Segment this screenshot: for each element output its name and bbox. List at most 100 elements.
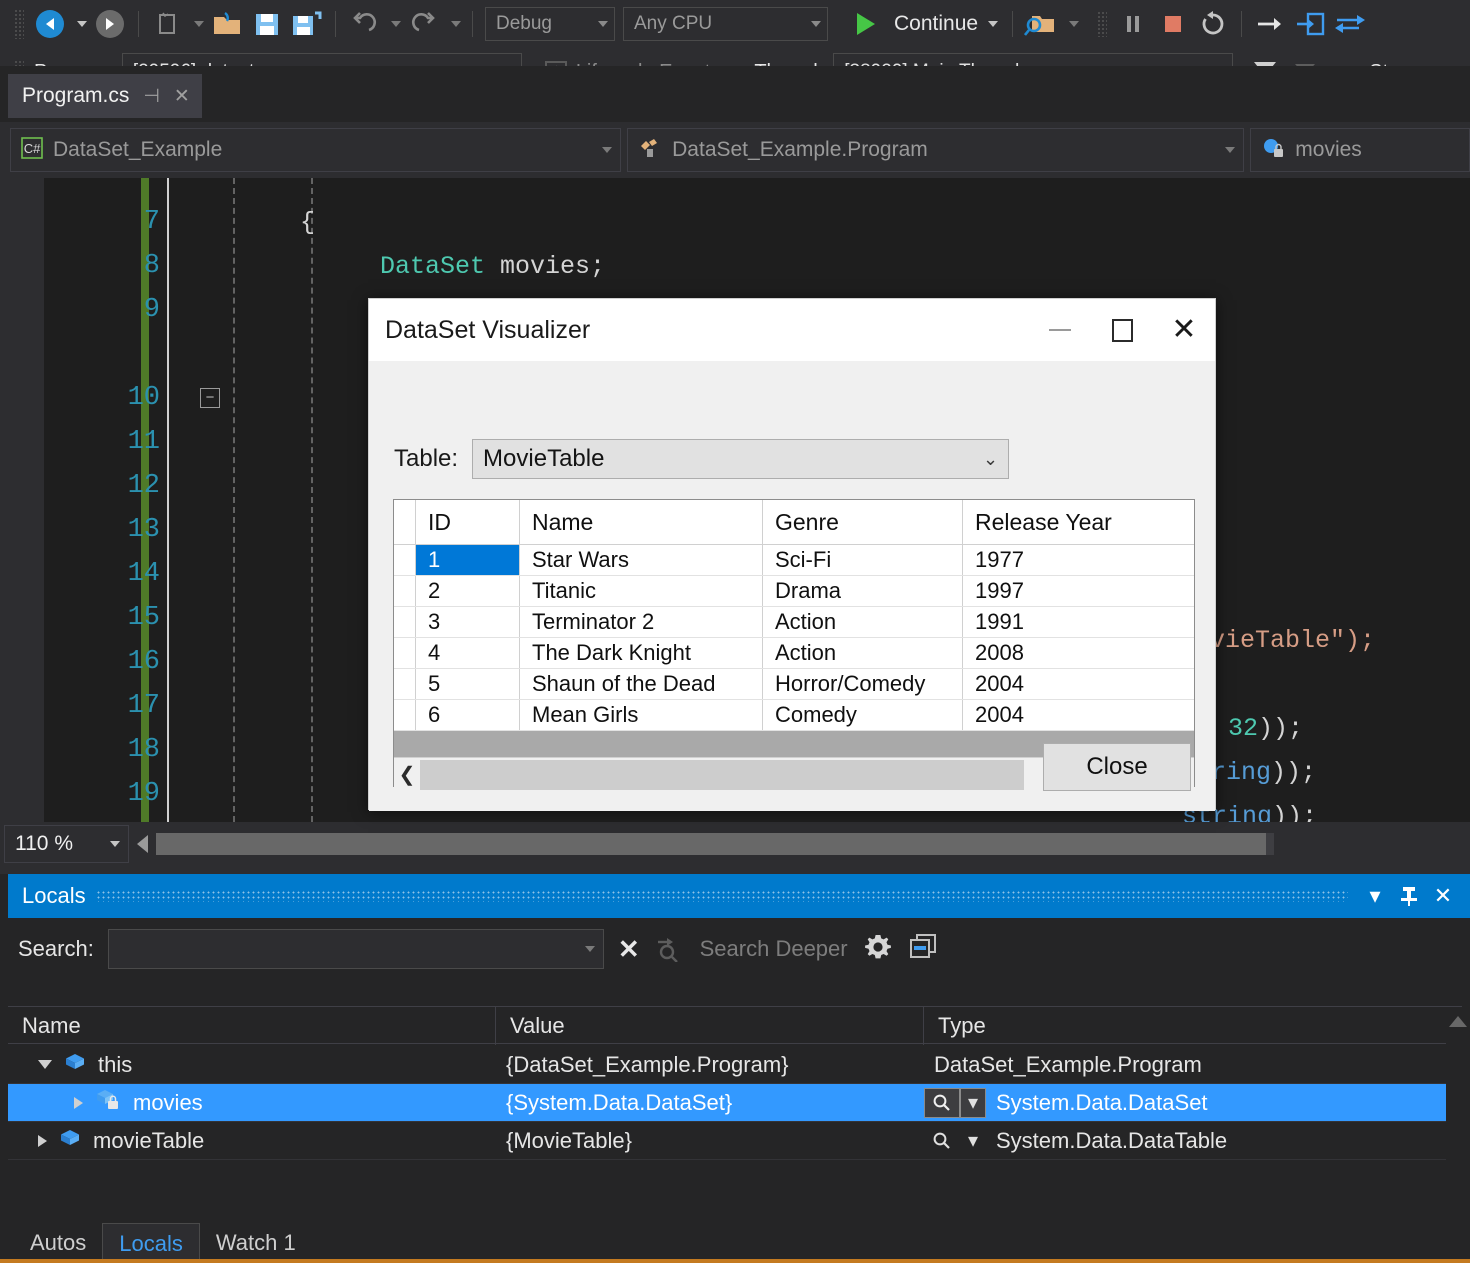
close-icon[interactable]: ✕ [174,85,190,108]
row-selector[interactable] [394,576,416,606]
row-selector[interactable] [394,545,416,575]
pin-icon[interactable]: ⊣ [143,85,160,108]
clear-search-icon[interactable]: ✕ [618,934,640,965]
cell-year[interactable]: 1977 [963,545,1194,575]
column-header-name[interactable]: Name [520,500,763,544]
editor-tab-program-cs[interactable]: Program.cs ⊣ ✕ [8,74,202,118]
nav-project-combo[interactable]: C# DataSet_Example [10,128,622,172]
close-icon[interactable]: ✕ [1153,299,1215,361]
zoom-level-combo[interactable]: 110 % [4,825,129,863]
navigate-back-dropdown[interactable] [70,4,90,44]
horizontal-scrollbar[interactable] [156,833,1274,855]
cell-name[interactable]: Terminator 2 [520,607,763,637]
cell-name[interactable]: Mean Girls [520,700,763,730]
new-item-icon[interactable] [147,4,187,44]
step-out-icon[interactable] [1330,4,1370,44]
cell-year[interactable]: 1991 [963,607,1194,637]
cell-id[interactable]: 4 [416,638,520,668]
scroll-up-icon[interactable] [1449,1016,1467,1027]
scrollbar-thumb[interactable] [420,759,1024,790]
breakpoint-margin[interactable] [0,178,44,822]
navigate-forward-button[interactable] [90,4,130,44]
continue-dropdown[interactable] [978,4,1004,44]
row-selector[interactable] [394,669,416,699]
column-header-value[interactable]: Value [496,1007,924,1045]
continue-play-icon[interactable] [846,4,886,44]
table-row[interactable]: 1 Star Wars Sci-Fi 1977 [394,545,1194,576]
table-row[interactable]: 6 Mean Girls Comedy 2004 [394,700,1194,731]
stop-debugging-icon[interactable] [1153,4,1193,44]
cell-id[interactable]: 3 [416,607,520,637]
expander-icon[interactable] [74,1096,83,1109]
table-row[interactable]: 3 Terminator 2 Action 1991 [394,607,1194,638]
chevron-left-icon[interactable]: ❮ [394,762,420,787]
search-input[interactable] [107,929,604,969]
search-deeper-icon[interactable] [654,932,686,967]
chevron-down-icon[interactable] [584,946,595,952]
navigate-back-button[interactable] [30,4,70,44]
cell-name[interactable]: Shaun of the Dead [520,669,763,699]
table-row[interactable]: 5 Shaun of the Dead Horror/Comedy 2004 [394,669,1194,700]
magnifier-icon[interactable] [924,1087,960,1118]
panel-drag-handle[interactable] [95,890,1348,902]
redo-icon[interactable] [404,4,444,44]
dialog-titlebar[interactable]: DataSet Visualizer ✕ [369,299,1215,361]
restart-icon[interactable] [1193,4,1233,44]
undo-dropdown[interactable] [384,4,404,44]
column-header-genre[interactable]: Genre [763,500,963,544]
step-over-icon[interactable] [1250,4,1290,44]
cell-id[interactable]: 2 [416,576,520,606]
columns-icon[interactable] [908,932,940,967]
continue-label[interactable]: Continue [894,12,978,36]
redo-dropdown[interactable] [444,4,464,44]
attach-to-process-icon[interactable] [1021,4,1061,44]
tab-autos[interactable]: Autos [14,1223,102,1263]
row-selector[interactable] [394,638,416,668]
undo-icon[interactable] [344,4,384,44]
save-icon[interactable] [247,4,287,44]
column-header-release-year[interactable]: Release Year [963,500,1194,544]
open-folder-icon[interactable] [207,4,247,44]
nav-member-combo[interactable]: movies [1250,128,1470,172]
break-all-pause-icon[interactable] [1113,4,1153,44]
cell-name[interactable]: Titanic [520,576,763,606]
cell-genre[interactable]: Horror/Comedy [763,669,963,699]
cell-genre[interactable]: Sci-Fi [763,545,963,575]
table-row[interactable]: 2 Titanic Drama 1997 [394,576,1194,607]
locals-vertical-scrollbar[interactable] [1446,1010,1470,1188]
column-header-id[interactable]: ID [416,500,520,544]
cell-id[interactable]: 1 [416,545,520,575]
cell-year[interactable]: 1997 [963,576,1194,606]
gear-icon[interactable] [862,931,894,968]
cell-id[interactable]: 5 [416,669,520,699]
pin-icon[interactable] [1392,879,1426,913]
cell-year[interactable]: 2008 [963,638,1194,668]
cell-genre[interactable]: Action [763,638,963,668]
row-selector[interactable] [394,700,416,730]
toolbar-grip[interactable] [14,9,24,39]
row-selector[interactable] [394,607,416,637]
nav-type-combo[interactable]: DataSet_Example.Program [627,128,1245,172]
column-header-name[interactable]: Name [8,1007,496,1045]
cell-genre[interactable]: Action [763,607,963,637]
scrollbar-thumb[interactable] [156,833,1266,855]
maximize-icon[interactable] [1091,299,1153,361]
chevron-down-icon[interactable]: ▾ [960,1126,986,1156]
step-into-icon[interactable] [1290,4,1330,44]
attach-dropdown[interactable] [1061,4,1083,44]
magnifier-icon[interactable] [924,1126,960,1156]
expander-icon[interactable] [38,1060,52,1069]
chevron-down-icon[interactable]: ▾ [1358,879,1392,913]
cell-genre[interactable]: Comedy [763,700,963,730]
tab-watch-1[interactable]: Watch 1 [200,1223,312,1263]
cell-year[interactable]: 2004 [963,700,1194,730]
column-header-type[interactable]: Type [924,1007,1438,1045]
table-row[interactable]: movies {System.Data.DataSet} ▾ System.Da… [8,1084,1462,1122]
chevron-down-icon[interactable]: ▾ [960,1087,986,1118]
table-row[interactable]: movieTable {MovieTable} ▾ System.Data.Da… [8,1122,1462,1160]
cell-id[interactable]: 6 [416,700,520,730]
collapse-outline-button[interactable]: − [200,388,220,408]
cell-genre[interactable]: Drama [763,576,963,606]
close-icon[interactable]: ✕ [1426,879,1460,913]
tab-locals[interactable]: Locals [102,1223,200,1263]
